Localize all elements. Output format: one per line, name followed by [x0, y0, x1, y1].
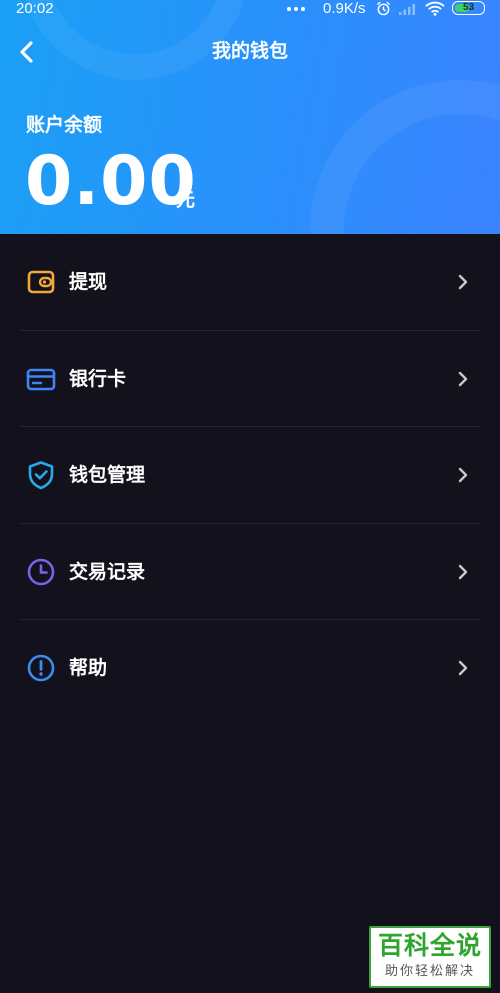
wallet-screen: 20:02 0.9K/s 53 我的钱包 账户余额 0.00 元 提现 银行卡 … [0, 0, 500, 993]
menu-item-transactions[interactable]: 交易记录 [0, 524, 500, 620]
watermark-logo: 百科全说 助你轻松解决 [369, 926, 491, 988]
menu-label-transactions: 交易记录 [69, 560, 146, 583]
more-dots-icon [287, 3, 305, 11]
alarm-icon [377, 1, 390, 16]
wifi-icon [425, 1, 445, 16]
chevron-right-icon [458, 660, 468, 676]
menu-label-bank-card: 银行卡 [69, 367, 127, 390]
wallet-menu: 提现 银行卡 钱包管理 交易记录 帮助 [0, 234, 500, 717]
page-title: 我的钱包 [211, 40, 288, 62]
wallet-icon [27, 270, 55, 294]
watermark-subtitle: 助你轻松解决 [384, 964, 475, 979]
balance-amount: 0.00 [25, 142, 197, 221]
chevron-right-icon [458, 371, 468, 386]
menu-label-wallet-management: 钱包管理 [69, 464, 146, 486]
status-time: 20:02 [16, 0, 54, 17]
status-bar: 20:02 0.9K/s 53 [0, 0, 500, 18]
battery-icon: 53 [452, 1, 485, 15]
menu-label-withdraw: 提现 [69, 271, 108, 293]
signal-icon [399, 4, 415, 15]
menu-label-help: 帮助 [69, 657, 108, 679]
chevron-right-icon [458, 274, 468, 290]
menu-item-wallet-management[interactable]: 钱包管理 [0, 427, 500, 524]
decorative-ring [310, 80, 500, 234]
menu-item-help[interactable]: 帮助 [0, 620, 500, 717]
shield-icon [28, 461, 54, 490]
balance-header: 20:02 0.9K/s 53 我的钱包 账户余额 0.00 元 [0, 0, 500, 234]
network-speed: 0.9K/s [323, 0, 366, 17]
watermark-title: 百科全说 [377, 931, 482, 960]
chevron-right-icon [458, 467, 468, 483]
balance-label: 账户余额 [26, 114, 103, 136]
balance-unit: 元 [176, 189, 196, 211]
clock-icon [27, 558, 55, 585]
menu-item-bank-card[interactable]: 银行卡 [0, 331, 500, 427]
menu-item-withdraw[interactable]: 提现 [0, 234, 500, 331]
info-icon [27, 654, 55, 682]
chevron-right-icon [458, 564, 468, 579]
battery-level: 53 [462, 2, 475, 13]
bank-card-icon [26, 368, 56, 390]
